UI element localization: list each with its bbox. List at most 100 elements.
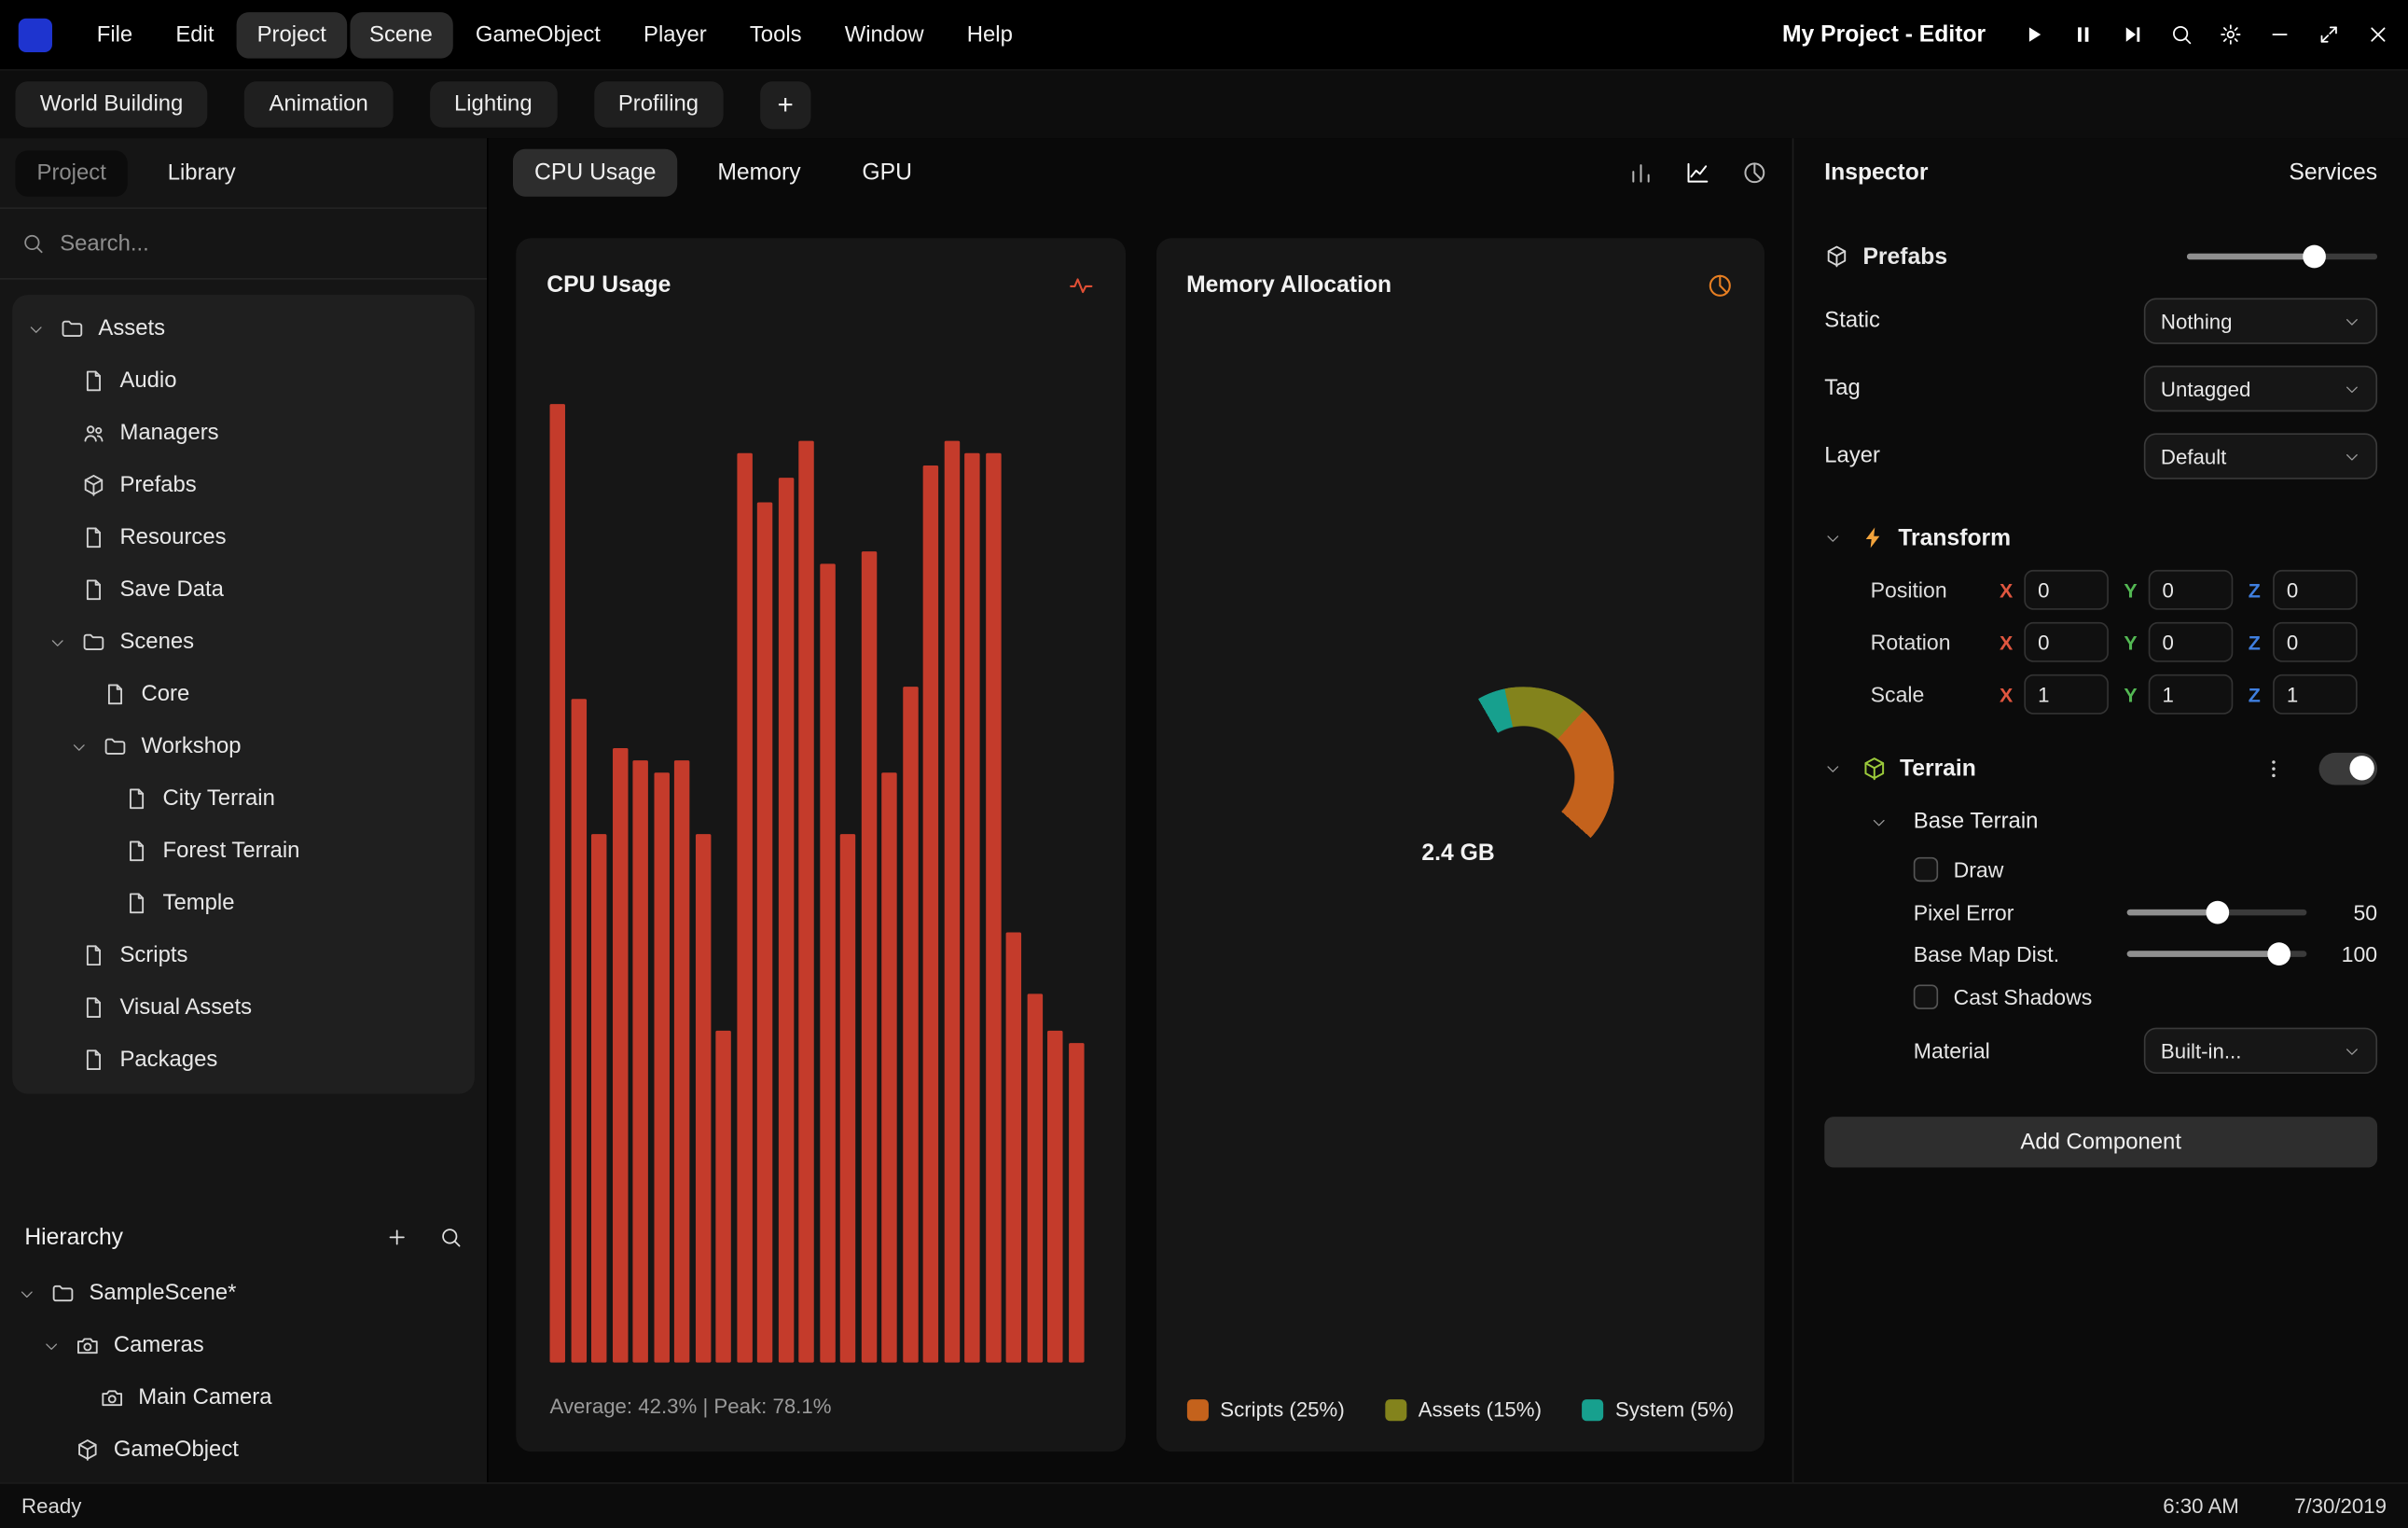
layer-dropdown[interactable]: Default bbox=[2144, 433, 2377, 479]
cpu-bar bbox=[654, 772, 669, 1362]
menu-tools[interactable]: Tools bbox=[729, 11, 822, 57]
slider-knob[interactable] bbox=[2206, 900, 2229, 924]
menu-help[interactable]: Help bbox=[947, 11, 1032, 57]
transform-rotation-z-input[interactable] bbox=[2273, 622, 2358, 662]
menu-gameobject[interactable]: GameObject bbox=[455, 11, 620, 57]
menu-file[interactable]: File bbox=[76, 11, 152, 57]
base-map-dist-slider[interactable] bbox=[2127, 950, 2307, 956]
step-forward-icon[interactable] bbox=[2121, 23, 2144, 47]
menu-project[interactable]: Project bbox=[237, 11, 346, 57]
layer-row: Layer Default bbox=[1824, 423, 2377, 490]
transform-scale-y-input[interactable] bbox=[2149, 674, 2234, 715]
profiler-view-icons bbox=[1628, 160, 1768, 186]
workspace-tab-profiling[interactable]: Profiling bbox=[593, 81, 723, 127]
chevron-down-icon[interactable] bbox=[71, 738, 102, 755]
workspace-tab-lighting[interactable]: Lighting bbox=[430, 81, 557, 127]
tab-project[interactable]: Project bbox=[15, 150, 127, 196]
chevron-down-icon[interactable] bbox=[43, 1337, 74, 1354]
add-workspace-button[interactable]: + bbox=[760, 80, 810, 128]
material-dropdown[interactable]: Built-in... bbox=[2144, 1028, 2377, 1074]
minimize-icon[interactable] bbox=[2268, 23, 2291, 47]
axis-group-y: Y bbox=[2124, 674, 2233, 715]
tree-item-resources[interactable]: Resources bbox=[12, 511, 475, 563]
tree-item-prefabs[interactable]: Prefabs bbox=[12, 459, 475, 511]
transform-row-label: Position bbox=[1871, 577, 2000, 602]
close-icon[interactable] bbox=[2367, 23, 2390, 47]
workspace-tab-animation[interactable]: Animation bbox=[244, 81, 393, 127]
tree-item-temple[interactable]: Temple bbox=[12, 877, 475, 929]
fullscreen-icon[interactable] bbox=[2318, 23, 2341, 47]
tab-library[interactable]: Library bbox=[146, 150, 257, 196]
axis-group-z: Z bbox=[2249, 674, 2358, 715]
chevron-down-icon[interactable] bbox=[49, 633, 80, 650]
tree-item-forest-terrain[interactable]: Forest Terrain bbox=[12, 825, 475, 877]
transform-position-x-input[interactable] bbox=[2024, 570, 2109, 610]
tree-item-assets[interactable]: Assets bbox=[12, 302, 475, 354]
services-link[interactable]: Services bbox=[2289, 160, 2377, 186]
search-field[interactable]: Search... bbox=[0, 209, 487, 280]
terrain-enabled-toggle[interactable] bbox=[2319, 752, 2378, 785]
menu-player[interactable]: Player bbox=[624, 11, 727, 57]
transform-rotation-x-input[interactable] bbox=[2024, 622, 2109, 662]
chevron-down-icon[interactable] bbox=[19, 1285, 49, 1301]
tree-item-core[interactable]: Core bbox=[12, 668, 475, 720]
camera-icon bbox=[98, 1385, 126, 1410]
file-icon bbox=[80, 368, 108, 393]
transform-position-z-input[interactable] bbox=[2273, 570, 2358, 610]
transform-position-y-input[interactable] bbox=[2149, 570, 2234, 610]
profiler-tab-cpu-usage[interactable]: CPU Usage bbox=[513, 149, 678, 197]
base-terrain-header[interactable]: Base Terrain bbox=[1824, 798, 2377, 847]
tree-item-scenes[interactable]: Scenes bbox=[12, 616, 475, 668]
profiler-tab-memory[interactable]: Memory bbox=[696, 149, 822, 197]
profiler-tab-gpu[interactable]: GPU bbox=[840, 149, 934, 197]
tree-item-gameobject[interactable]: GameObject bbox=[0, 1424, 487, 1476]
tag-dropdown[interactable]: Untagged bbox=[2144, 366, 2377, 411]
line-chart-icon[interactable] bbox=[1684, 160, 1710, 186]
pause-icon[interactable] bbox=[2071, 23, 2095, 47]
tree-item-workshop[interactable]: Workshop bbox=[12, 720, 475, 772]
workspace-tab-world-building[interactable]: World Building bbox=[15, 81, 207, 127]
static-dropdown[interactable]: Nothing bbox=[2144, 298, 2377, 343]
transform-scale-z-input[interactable] bbox=[2273, 674, 2358, 715]
draw-checkbox[interactable] bbox=[1914, 856, 1938, 881]
menu-window[interactable]: Window bbox=[824, 11, 944, 57]
search-icon[interactable] bbox=[2170, 23, 2193, 47]
static-value: Nothing bbox=[2161, 310, 2233, 333]
tree-item-main-camera[interactable]: Main Camera bbox=[0, 1372, 487, 1424]
bar-chart-icon[interactable] bbox=[1628, 160, 1654, 186]
terrain-section-header[interactable]: Terrain bbox=[1824, 742, 2377, 794]
tree-item-packages[interactable]: Packages bbox=[12, 1034, 475, 1086]
tree-item-cameras[interactable]: Cameras bbox=[0, 1320, 487, 1372]
static-row: Static Nothing bbox=[1824, 287, 2377, 354]
play-icon[interactable] bbox=[2023, 23, 2046, 47]
prefabs-slider[interactable] bbox=[2187, 254, 2377, 260]
tree-item-samplescene[interactable]: SampleScene* bbox=[0, 1268, 487, 1320]
slider-knob[interactable] bbox=[2268, 941, 2291, 965]
pixel-error-slider[interactable] bbox=[2127, 909, 2307, 915]
tree-item-visual-assets[interactable]: Visual Assets bbox=[12, 981, 475, 1034]
chevron-down-icon bbox=[1871, 813, 1902, 830]
kebab-menu-icon[interactable] bbox=[2263, 757, 2286, 780]
search-icon[interactable] bbox=[439, 1225, 463, 1248]
plus-icon[interactable] bbox=[385, 1225, 408, 1248]
tree-item-managers[interactable]: Managers bbox=[12, 407, 475, 459]
gear-icon[interactable] bbox=[2219, 23, 2242, 47]
menu-scene[interactable]: Scene bbox=[350, 11, 453, 57]
tree-item-city-terrain[interactable]: City Terrain bbox=[12, 772, 475, 825]
tree-item-save-data[interactable]: Save Data bbox=[12, 563, 475, 616]
tree-item-audio[interactable]: Audio bbox=[12, 354, 475, 407]
transform-section-header[interactable]: Transform bbox=[1824, 511, 2377, 563]
menu-edit[interactable]: Edit bbox=[156, 11, 234, 57]
cast-shadows-checkbox[interactable] bbox=[1914, 984, 1938, 1008]
add-component-button[interactable]: Add Component bbox=[1824, 1117, 2377, 1167]
tree-item-scripts[interactable]: Scripts bbox=[12, 929, 475, 981]
pulse-icon bbox=[1067, 271, 1095, 299]
slider-knob[interactable] bbox=[2303, 245, 2326, 269]
transform-scale-x-input[interactable] bbox=[2024, 674, 2109, 715]
chevron-down-icon[interactable] bbox=[28, 320, 59, 337]
pie-chart-icon[interactable] bbox=[1741, 160, 1767, 186]
legend-label: Scripts (25%) bbox=[1220, 1397, 1344, 1421]
tree-item-label: Cameras bbox=[114, 1333, 204, 1357]
transform-rotation-y-input[interactable] bbox=[2149, 622, 2234, 662]
cpu-bar bbox=[757, 502, 772, 1362]
